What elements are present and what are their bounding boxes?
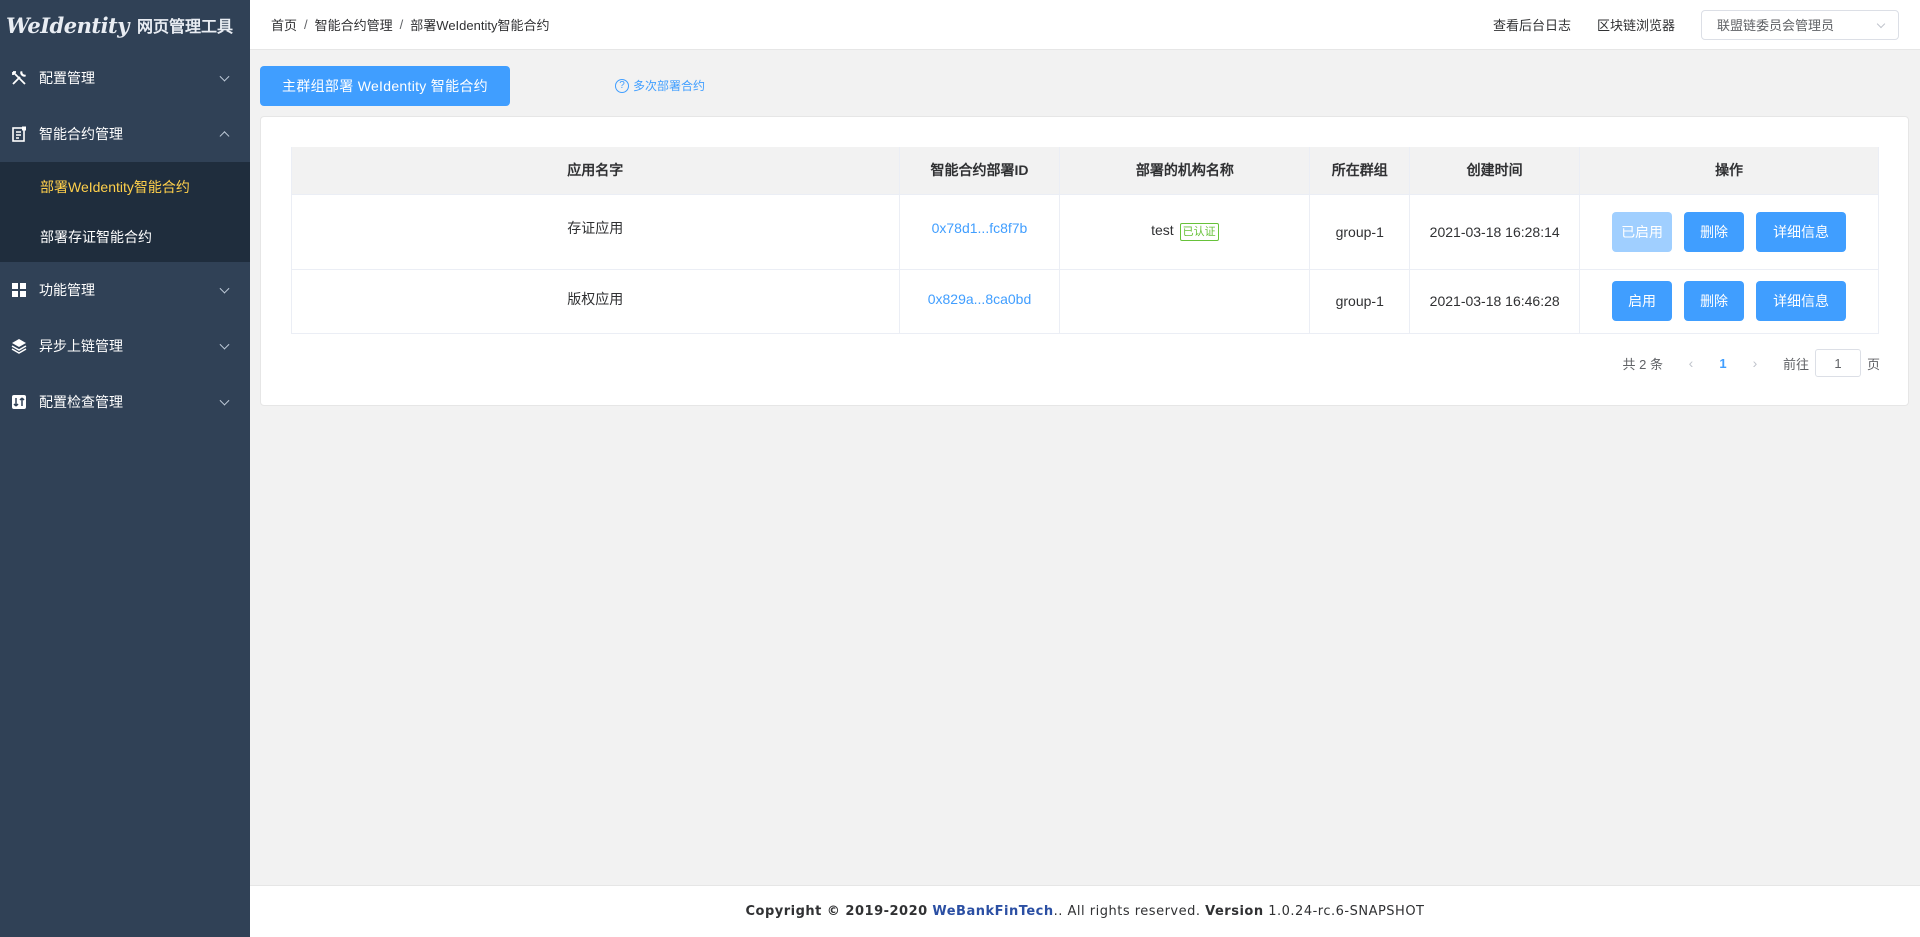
verified-badge: 已认证 (1179, 223, 1219, 241)
sidebar-item-label: 智能合约管理 (39, 126, 123, 142)
sidebar-item-label: 配置检查管理 (39, 394, 123, 410)
breadcrumb: 首页 / 智能合约管理 / 部署WeIdentity智能合约 (250, 15, 549, 34)
org-cell (1059, 269, 1311, 334)
footer-rights: .. All rights reserved. (1053, 904, 1201, 919)
breadcrumb-separator: / (304, 17, 308, 32)
multi-deploy-link[interactable]: ? 多次部署合约 (615, 77, 705, 94)
contract-id-cell: 0x829a...8ca0bd (899, 269, 1061, 334)
multi-deploy-label: 多次部署合约 (633, 79, 706, 93)
delete-button[interactable]: 删除 (1684, 281, 1745, 321)
submenu-item-deploy-evidence[interactable]: 部署存证智能合约 (0, 212, 250, 262)
actions-cell: 启用 删除 详细信息 (1579, 269, 1879, 334)
breadcrumb-current: 部署WeIdentity智能合约 (410, 18, 550, 33)
column-header: 创建时间 (1409, 147, 1581, 195)
pagination-total: 共 2 条 (1622, 356, 1663, 372)
actions-cell: 已启用 删除 详细信息 (1579, 194, 1879, 270)
column-header: 智能合约部署ID (899, 147, 1061, 195)
chevron-down-icon (219, 395, 230, 406)
contract-id-link[interactable]: 0x78d1...fc8f7b (932, 220, 1028, 236)
sidebar-item-config-check[interactable]: 配置检查管理 (0, 374, 250, 430)
group-cell: group-1 (1309, 269, 1411, 334)
delete-button[interactable]: 删除 (1684, 211, 1745, 252)
column-header: 所在群组 (1309, 147, 1411, 195)
chevron-down-icon (219, 71, 230, 82)
submenu-item-deploy-weidentity[interactable]: 部署WeIdentity智能合约 (0, 162, 250, 212)
footer-version-label: Version (1205, 904, 1264, 919)
goto-label: 前往 (1782, 356, 1809, 372)
topbar: 首页 / 智能合约管理 / 部署WeIdentity智能合约 查看后台日志 区块… (250, 0, 1920, 50)
sidebar-item-label: 异步上链管理 (39, 338, 123, 354)
grid-icon (10, 282, 27, 299)
breadcrumb-section[interactable]: 智能合约管理 (315, 15, 393, 34)
topbar-actions: 查看后台日志 区块链浏览器 联盟链委员会管理员 (1493, 9, 1920, 40)
sidebar-item-contracts[interactable]: 智能合约管理 (0, 106, 250, 162)
role-select[interactable]: 联盟链委员会管理员 (1701, 9, 1899, 40)
group-cell: group-1 (1309, 194, 1411, 270)
page-suffix: 页 (1866, 356, 1880, 372)
footer-copyright: Copyright © 2019-2020 (745, 904, 928, 919)
org-cell: test 已认证 (1059, 194, 1311, 270)
chevron-down-icon (1876, 19, 1886, 28)
created-cell: 2021-03-18 16:46:28 (1409, 269, 1581, 334)
prev-page-icon[interactable]: ‹ (1679, 355, 1703, 371)
logo-title: 网页管理工具 (136, 17, 233, 36)
tools-icon (10, 70, 27, 87)
breadcrumb-separator: / (399, 17, 404, 32)
contract-icon (10, 126, 27, 143)
footer: Copyright © 2019-2020 WeBankFinTech.. Al… (250, 885, 1920, 937)
check-icon (10, 394, 27, 411)
table-row: 版权应用 0x829a...8ca0bd group-1 2021-03-18 … (291, 269, 1879, 334)
block-explorer-link[interactable]: 区块链浏览器 (1597, 15, 1675, 34)
role-select-value: 联盟链委员会管理员 (1717, 18, 1835, 33)
table-row: 存证应用 0x78d1...fc8f7b test 已认证 group-1 202… (291, 194, 1879, 270)
sidebar-item-config[interactable]: 配置管理 (0, 50, 250, 106)
chevron-up-icon (219, 131, 230, 142)
column-header: 应用名字 (291, 147, 900, 195)
view-logs-link[interactable]: 查看后台日志 (1493, 15, 1571, 34)
chevron-down-icon (219, 339, 230, 350)
contract-id-link[interactable]: 0x829a...8ca0bd (928, 291, 1032, 307)
sidebar-item-label: 功能管理 (39, 282, 95, 298)
chevron-down-icon (219, 283, 230, 294)
logo-brand: WeIdentity (6, 12, 129, 38)
sidebar-item-functions[interactable]: 功能管理 (0, 262, 250, 318)
table-header-row: 应用名字 智能合约部署ID 部署的机构名称 所在群组 创建时间 操作 (291, 147, 1879, 195)
app-name-cell: 存证应用 (291, 194, 900, 270)
submenu-contracts: 部署WeIdentity智能合约 部署存证智能合约 (0, 162, 250, 262)
footer-brand-link[interactable]: WeBankFinTech (932, 904, 1053, 919)
contracts-card: 应用名字 智能合约部署ID 部署的机构名称 所在群组 创建时间 操作 存证应用 … (260, 116, 1909, 406)
footer-version: 1.0.24-rc.6-SNAPSHOT (1268, 904, 1425, 919)
page-jump-input[interactable] (1814, 349, 1861, 377)
deploy-weidentity-button[interactable]: 主群组部署 WeIdentity 智能合约 (260, 66, 510, 106)
column-header: 操作 (1579, 147, 1879, 195)
sidebar: WeIdentity 网页管理工具 配置管理 智能合约管理 部署WeIdenti… (0, 0, 250, 937)
enable-button[interactable]: 启用 (1612, 281, 1673, 321)
contracts-table: 应用名字 智能合约部署ID 部署的机构名称 所在群组 创建时间 操作 存证应用 … (291, 147, 1879, 334)
breadcrumb-home[interactable]: 首页 (271, 15, 297, 34)
created-cell: 2021-03-18 16:28:14 (1409, 194, 1581, 270)
sidebar-item-async[interactable]: 异步上链管理 (0, 318, 250, 374)
page-number-current[interactable]: 1 (1703, 356, 1743, 371)
sidebar-item-label: 配置管理 (39, 70, 95, 86)
layers-icon (10, 338, 27, 355)
question-icon: ? (615, 78, 629, 93)
app-name-cell: 版权应用 (291, 269, 900, 334)
org-name: test (1151, 222, 1174, 238)
details-button[interactable]: 详细信息 (1756, 281, 1847, 321)
details-button[interactable]: 详细信息 (1756, 211, 1847, 252)
next-page-icon[interactable]: › (1743, 355, 1767, 371)
logo: WeIdentity 网页管理工具 (0, 0, 250, 50)
enabled-button[interactable]: 已启用 (1612, 211, 1673, 252)
column-header: 部署的机构名称 (1059, 147, 1311, 195)
contract-id-cell: 0x78d1...fc8f7b (899, 194, 1061, 270)
pagination: 共 2 条 ‹ 1 › 前往 页 (1622, 349, 1880, 377)
